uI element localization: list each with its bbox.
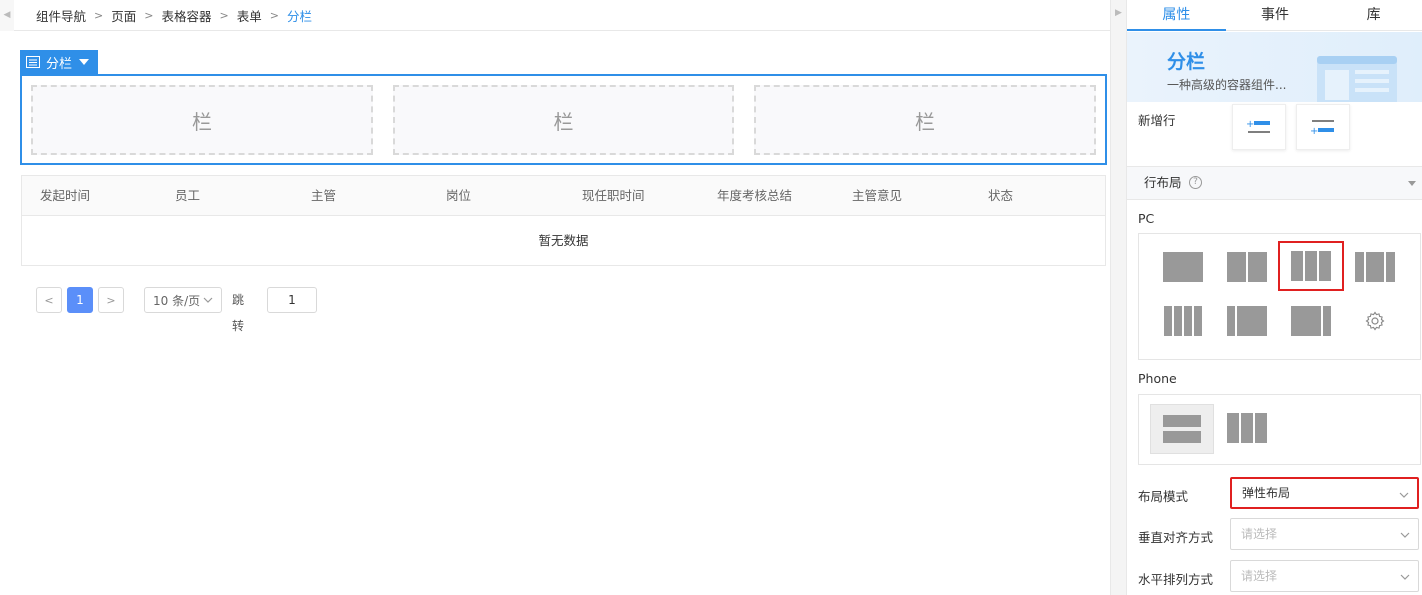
phone-layout-3-col[interactable] xyxy=(1225,410,1269,446)
help-icon[interactable]: ? xyxy=(1189,176,1202,189)
phone-layout-options xyxy=(1138,394,1421,465)
chevron-down-icon xyxy=(1399,492,1409,498)
breadcrumb-current: 分栏 xyxy=(286,9,312,24)
add-row-above-button[interactable]: + xyxy=(1232,104,1286,150)
layout-mode-row: 布局模式 弹性布局 xyxy=(1127,477,1422,511)
vertical-align-select[interactable]: 请选择 xyxy=(1230,518,1419,550)
page-number-button[interactable]: 1 xyxy=(67,287,93,313)
svg-text:+: + xyxy=(1310,126,1318,136)
horizontal-arrange-select[interactable]: 请选择 xyxy=(1230,560,1419,592)
breadcrumb-item-page[interactable]: 页面 xyxy=(111,6,136,25)
layout-option-1-col[interactable] xyxy=(1161,249,1205,285)
column-header: 岗位 xyxy=(446,188,472,203)
breadcrumb: 组件导航 > 页面 > 表格容器 > 表单 > 分栏 xyxy=(36,0,312,31)
columns-component-icon xyxy=(26,56,40,68)
custom-layout-gear-icon[interactable] xyxy=(1353,303,1397,339)
tab-properties[interactable]: 属性 xyxy=(1127,0,1226,31)
breadcrumb-item-nav[interactable]: 组件导航 xyxy=(36,6,86,25)
chevron-down-icon xyxy=(1400,532,1410,538)
layout-option-3-col-selected[interactable] xyxy=(1278,241,1344,291)
component-illustration-icon xyxy=(1317,56,1397,102)
column-header: 状态 xyxy=(988,188,1014,203)
jump-label: 跳转 xyxy=(232,293,245,333)
column-slot[interactable]: 栏 xyxy=(31,85,373,155)
add-row-below-button[interactable]: + xyxy=(1296,104,1350,150)
column-header: 现任职时间 xyxy=(582,188,645,203)
scroll-left-icon[interactable]: ◀ xyxy=(0,0,14,31)
phone-label: Phone xyxy=(1138,371,1177,386)
selected-component-label[interactable]: 分栏 xyxy=(20,50,98,74)
layout-option-2-col[interactable] xyxy=(1225,249,1269,285)
chevron-right-icon: > xyxy=(94,9,104,22)
horizontal-arrange-label: 水平排列方式 xyxy=(1138,572,1214,587)
breadcrumb-bar: ◀ 组件导航 > 页面 > 表格容器 > 表单 > 分栏 xyxy=(0,0,1126,31)
breadcrumb-item-table-container[interactable]: 表格容器 xyxy=(161,6,211,25)
prev-page-button[interactable]: < xyxy=(36,287,62,313)
layout-option-4-col[interactable] xyxy=(1161,303,1205,339)
pc-layout-options xyxy=(1138,233,1421,360)
column-slot[interactable]: 栏 xyxy=(393,85,734,155)
layout-option-1-2-1-col[interactable] xyxy=(1353,249,1397,285)
new-row-label: 新增行 xyxy=(1138,113,1176,128)
data-table: 发起时间 员工 主管 岗位 现任职时间 年度考核总结 主管意见 状态 暂无数据 xyxy=(21,175,1106,266)
jump-page-input[interactable]: 1 xyxy=(267,287,317,313)
vertical-align-label: 垂直对齐方式 xyxy=(1138,530,1214,545)
page-size-select[interactable]: 10 条/页 xyxy=(144,287,222,313)
layout-mode-value: 弹性布局 xyxy=(1242,486,1291,500)
selected-component-name: 分栏 xyxy=(46,56,73,72)
tab-library[interactable]: 库 xyxy=(1324,0,1422,30)
expand-icon[interactable]: ▶ xyxy=(1115,8,1122,18)
chevron-right-icon: > xyxy=(269,9,279,22)
chevron-down-icon xyxy=(203,297,213,303)
add-row-above-icon: + xyxy=(1246,119,1270,133)
column-header: 主管 xyxy=(311,188,337,203)
canvas-area: ◀ 组件导航 > 页面 > 表格容器 > 表单 > 分栏 分栏 栏 栏 栏 发起… xyxy=(0,0,1126,595)
breadcrumb-item-form[interactable]: 表单 xyxy=(237,6,262,25)
horizontal-arrange-row: 水平排列方式 请选择 xyxy=(1127,560,1422,594)
svg-text:+: + xyxy=(1246,119,1254,130)
column-header: 主管意见 xyxy=(852,188,903,203)
properties-panel: 属性 事件 库 分栏 一种高级的容器组件... 新增行 + + 行布局 ? PC xyxy=(1126,0,1422,595)
table-header: 发起时间 员工 主管 岗位 现任职时间 年度考核总结 主管意见 状态 xyxy=(22,176,1105,216)
column-header: 发起时间 xyxy=(40,188,91,203)
collapse-caret-icon[interactable] xyxy=(1408,181,1416,186)
layout-option-3-1-col[interactable] xyxy=(1289,303,1333,339)
caret-down-icon[interactable] xyxy=(79,59,90,65)
tab-events[interactable]: 事件 xyxy=(1226,0,1325,30)
banner-description: 一种高级的容器组件... xyxy=(1167,78,1287,92)
panel-tabs: 属性 事件 库 xyxy=(1127,0,1422,31)
columns-container[interactable]: 栏 栏 栏 xyxy=(20,74,1107,165)
empty-state-text: 暂无数据 xyxy=(538,233,589,248)
row-layout-section-header[interactable]: 行布局 ? xyxy=(1127,166,1422,200)
add-row-below-icon: + xyxy=(1310,120,1334,136)
layout-mode-label: 布局模式 xyxy=(1138,489,1189,504)
horizontal-arrange-placeholder: 请选择 xyxy=(1241,569,1278,583)
vertical-align-placeholder: 请选择 xyxy=(1241,527,1278,541)
phone-layout-stacked-selected[interactable] xyxy=(1150,404,1214,454)
layout-option-1-3-col[interactable] xyxy=(1225,303,1269,339)
row-layout-label: 行布局 xyxy=(1144,175,1182,190)
banner-title: 分栏 xyxy=(1167,51,1206,73)
chevron-down-icon xyxy=(1400,574,1410,580)
next-page-button[interactable]: > xyxy=(98,287,124,313)
layout-mode-select[interactable]: 弹性布局 xyxy=(1230,477,1419,509)
column-slot[interactable]: 栏 xyxy=(754,85,1096,155)
chevron-right-icon: > xyxy=(219,9,229,22)
page-size-value: 10 条/页 xyxy=(153,293,201,308)
column-header: 员工 xyxy=(175,188,201,203)
component-banner: 分栏 一种高级的容器组件... xyxy=(1127,32,1422,102)
column-header: 年度考核总结 xyxy=(717,188,793,203)
panel-resize-divider[interactable]: ▶ xyxy=(1110,0,1126,595)
vertical-align-row: 垂直对齐方式 请选择 xyxy=(1127,518,1422,552)
pc-label: PC xyxy=(1138,211,1155,226)
chevron-right-icon: > xyxy=(144,9,154,22)
